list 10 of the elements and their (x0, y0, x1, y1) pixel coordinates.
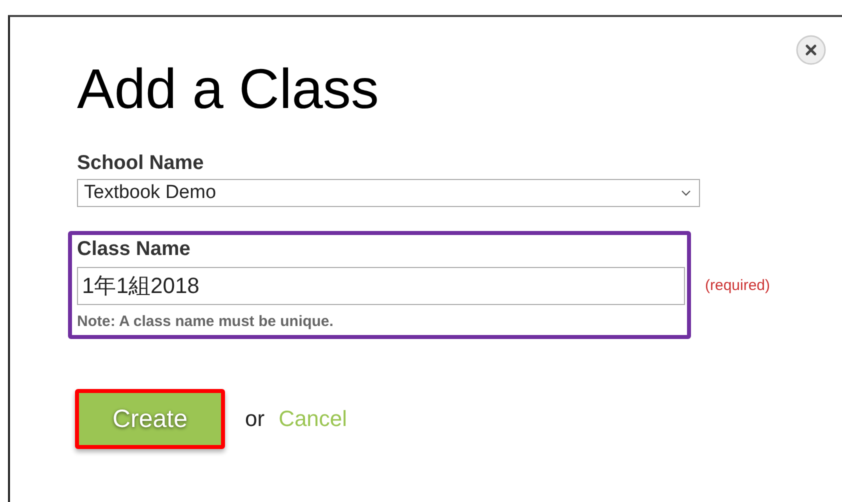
dialog-title: Add a Class (77, 56, 379, 121)
or-text: or (245, 406, 265, 432)
class-name-note: Note: A class name must be unique. (77, 313, 334, 330)
school-name-label: School Name (77, 151, 204, 175)
chevron-down-icon (681, 190, 691, 196)
class-name-input[interactable]: 1年1組2018 (77, 267, 685, 305)
class-name-label: Class Name (77, 237, 190, 261)
school-name-dropdown[interactable]: Textbook Demo (77, 179, 700, 207)
close-icon[interactable] (796, 35, 826, 65)
required-text: (required) (705, 276, 770, 294)
